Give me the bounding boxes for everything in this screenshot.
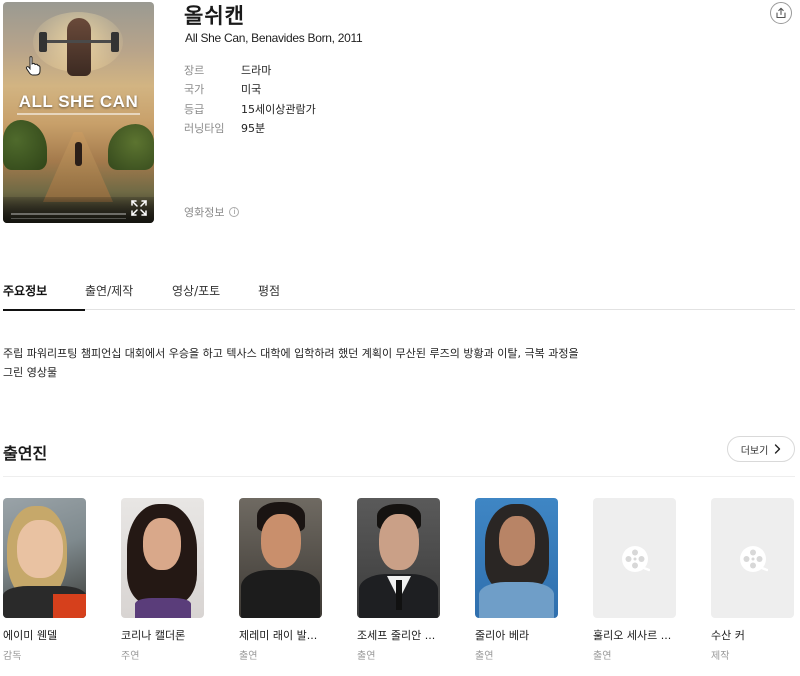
poster-plate-left <box>39 32 47 52</box>
poster-plate-right <box>111 32 119 52</box>
movie-info-label: 영화정보 <box>184 206 225 219</box>
cast-name: 훌리오 세사르 ... <box>593 629 672 642</box>
tab-video-photo[interactable]: 영상/포토 <box>172 272 258 310</box>
cast-photo <box>121 498 204 618</box>
face-shape <box>379 514 419 570</box>
meta-row-genre: 장르 드라마 <box>184 60 316 80</box>
shirt-shape <box>241 570 320 618</box>
cast-role: 출연 <box>593 651 612 662</box>
cast-photo <box>239 498 322 618</box>
cast-name: 코리나 캘더론 <box>121 629 186 642</box>
cast-photo <box>475 498 558 618</box>
poster-barbell <box>43 40 115 43</box>
cast-role: 감독 <box>3 651 22 662</box>
cast-photo <box>3 498 86 618</box>
movie-subtitle: All She Can, Benavides Born, 2011 <box>185 31 363 45</box>
synopsis: 주립 파워리프팅 챔피언십 대회에서 우승을 하고 텍사스 대학에 입학하려 했… <box>3 347 579 379</box>
cast-photo-placeholder <box>593 498 676 618</box>
chevron-right-icon <box>775 444 781 454</box>
cast-name: 수산 커 <box>711 629 745 642</box>
jacket-accent <box>53 594 86 618</box>
cast-name: 조세프 줄리안 ... <box>357 629 436 642</box>
cast-card[interactable]: 에이미 웬델 감독 <box>3 498 86 662</box>
share-icon <box>776 7 786 19</box>
cast-card[interactable]: 훌리오 세사르 ... 출연 <box>593 498 676 662</box>
cast-role: 출연 <box>475 651 494 662</box>
hand-cursor-icon <box>25 56 41 76</box>
poster-credits <box>11 213 126 215</box>
movie-poster[interactable]: ALL SHE CAN <box>3 2 154 223</box>
cast-role: 제작 <box>711 651 730 662</box>
more-button-label: 더보기 <box>740 445 769 457</box>
cast-photo <box>357 498 440 618</box>
cast-name: 제레미 래이 발... <box>239 629 318 642</box>
poster-tagline <box>17 113 140 115</box>
meta-value: 15세이상관람가 <box>241 102 316 116</box>
meta-label: 장르 <box>184 63 205 77</box>
cast-role: 주연 <box>121 651 140 662</box>
section-divider <box>3 476 795 477</box>
more-button[interactable]: 더보기 <box>727 436 795 462</box>
poster-title-text: ALL SHE CAN <box>18 92 139 111</box>
cast-role: 출연 <box>239 651 258 662</box>
cast-role: 출연 <box>357 651 376 662</box>
info-icon: i <box>229 207 240 217</box>
movie-info-link[interactable]: 영화정보 i <box>184 204 240 220</box>
poster-trees-left <box>3 120 47 170</box>
poster-trees-right <box>108 124 154 170</box>
tab-main-info[interactable]: 주요정보 <box>3 272 85 311</box>
face-shape <box>499 516 535 566</box>
face-shape <box>17 520 63 578</box>
meta-value: 드라마 <box>241 63 272 77</box>
expand-icon[interactable] <box>131 200 147 216</box>
film-reel-placeholder-icon <box>622 546 650 572</box>
tab-ratings[interactable]: 평점 <box>258 272 298 310</box>
cast-section-title: 출연진 <box>3 444 48 463</box>
poster-runner <box>75 142 82 166</box>
meta-row-rating: 등급 15세이상관람가 <box>184 99 316 119</box>
cast-card[interactable]: 제레미 래이 발... 출연 <box>239 498 322 662</box>
meta-row-runtime: 러닝타임 95분 <box>184 119 316 139</box>
cast-card[interactable]: 수산 커 제작 <box>711 498 794 662</box>
cast-name: 에이미 웬델 <box>3 629 58 642</box>
face-shape <box>261 514 301 568</box>
cast-card[interactable]: 조세프 줄리안 ... 출연 <box>357 498 440 662</box>
shirt-shape <box>479 582 554 618</box>
meta-label: 등급 <box>184 102 205 116</box>
movie-meta: 장르 드라마 국가 미국 등급 15세이상관람가 러닝타임 95분 <box>184 60 316 138</box>
tab-cast-crew[interactable]: 출연/제작 <box>85 272 172 310</box>
meta-value: 미국 <box>241 83 262 97</box>
share-button[interactable] <box>770 2 792 24</box>
cast-photo-placeholder <box>711 498 794 618</box>
meta-row-country: 국가 미국 <box>184 80 316 100</box>
shirt-shape <box>135 598 191 618</box>
tie-shape <box>396 580 402 610</box>
meta-label: 러닝타임 <box>184 122 225 136</box>
face-shape <box>143 518 181 570</box>
poster-lifter-figure <box>67 18 91 76</box>
meta-label: 국가 <box>184 83 205 97</box>
poster-credits-line <box>11 218 126 219</box>
meta-value: 95분 <box>241 122 266 136</box>
cast-card[interactable]: 줄리아 베라 출연 <box>475 498 558 662</box>
detail-tabs: 주요정보 출연/제작 영상/포토 평점 <box>3 272 795 311</box>
movie-title: 올쉬캔 <box>184 4 245 28</box>
cast-name: 줄리아 베라 <box>475 629 530 642</box>
film-reel-placeholder-icon <box>740 546 768 572</box>
cast-list: 에이미 웬델 감독 코리나 캘더론 주연 제레미 래이 발... 출연 조세프 … <box>3 498 794 662</box>
cast-card[interactable]: 코리나 캘더론 주연 <box>121 498 204 662</box>
